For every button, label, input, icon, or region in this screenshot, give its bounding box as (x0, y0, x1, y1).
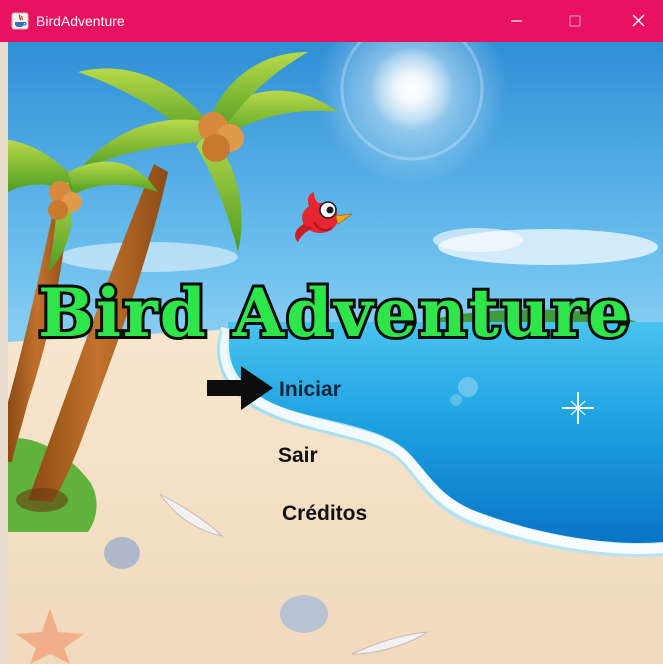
minimize-icon (511, 20, 522, 22)
arrow-right-icon (207, 366, 273, 410)
minimize-button[interactable] (491, 0, 541, 42)
maximize-icon (569, 15, 581, 27)
app-window: BirdAdventure Bird Adventure Iniciar Sai… (0, 0, 663, 664)
title-bar[interactable]: BirdAdventure (0, 0, 663, 42)
close-button[interactable] (613, 0, 663, 42)
game-title-logo: Bird Adventure (35, 274, 633, 355)
menu-start-button[interactable]: Iniciar (279, 378, 341, 402)
window-title: BirdAdventure (36, 13, 125, 29)
red-bird-icon (295, 192, 353, 242)
menu-credits-button[interactable]: Créditos (282, 502, 367, 526)
close-icon (632, 14, 645, 27)
window-left-edge (0, 42, 8, 664)
game-title-text: Bird Adventure (38, 274, 632, 352)
game-canvas[interactable]: Bird Adventure Iniciar Sair Créditos (8, 42, 663, 664)
maximize-button[interactable] (550, 0, 600, 42)
menu-exit-button[interactable]: Sair (278, 444, 318, 468)
java-app-icon (11, 12, 29, 30)
